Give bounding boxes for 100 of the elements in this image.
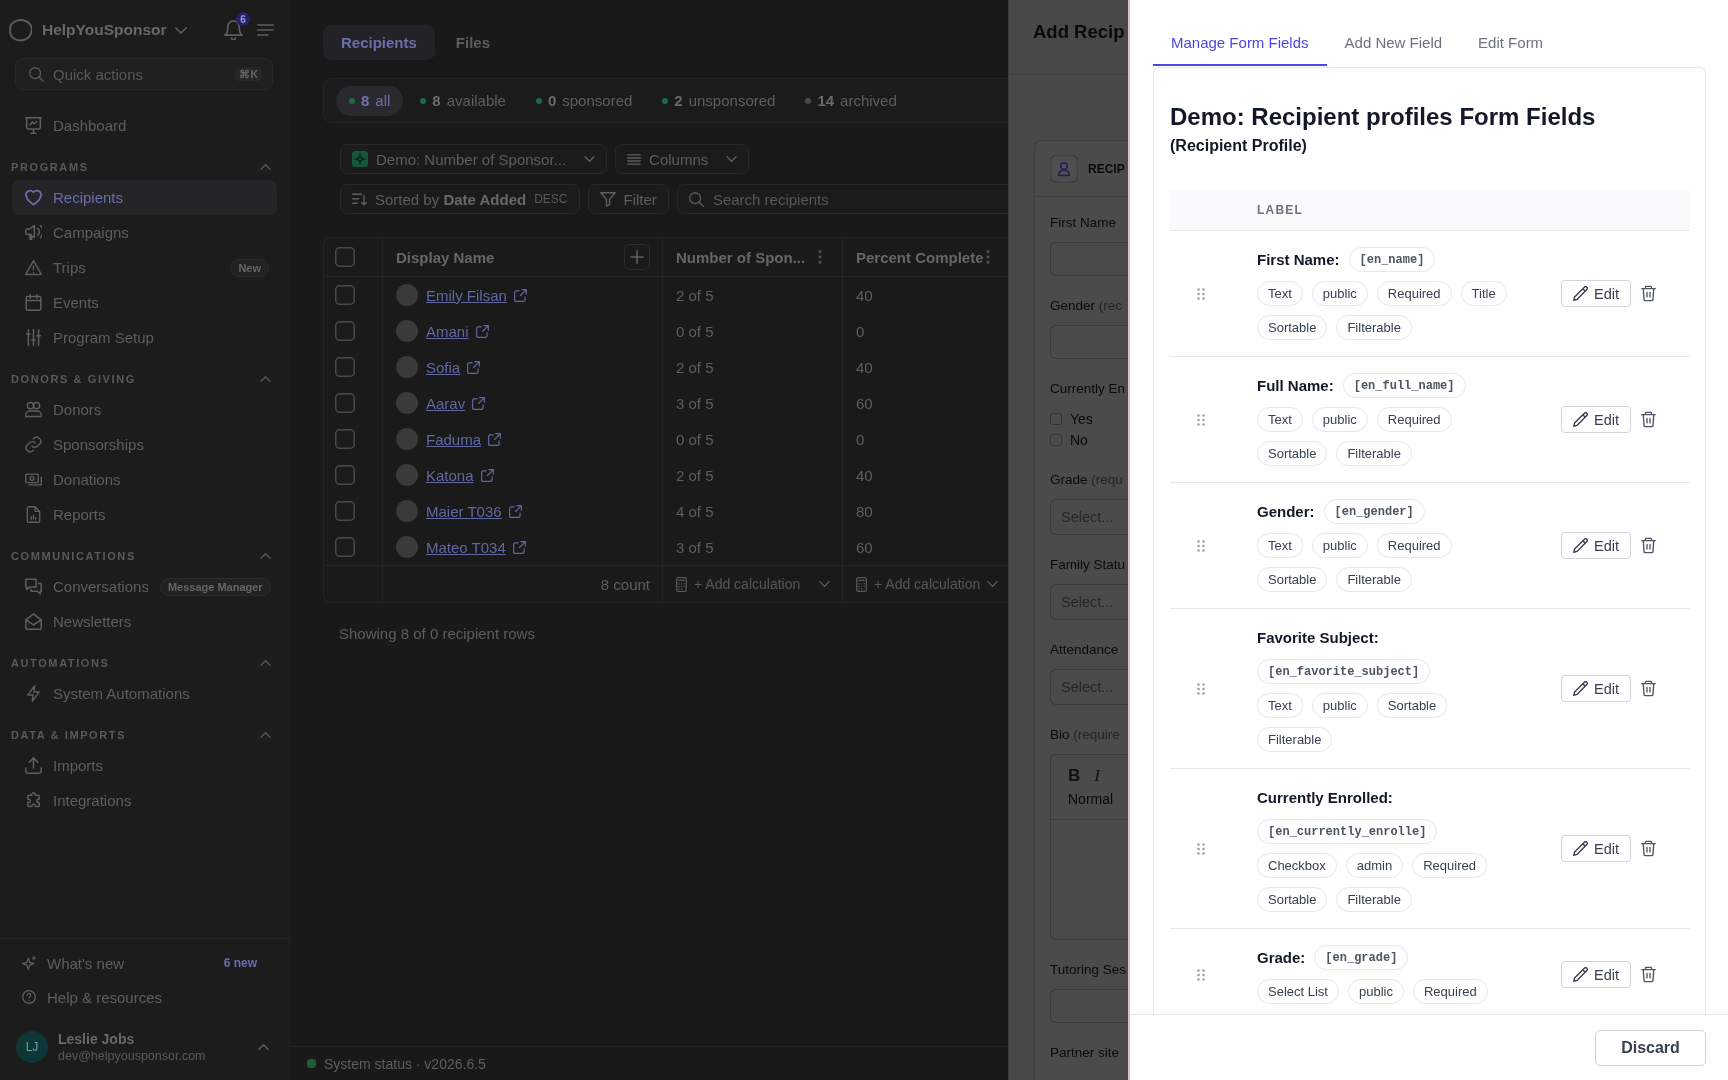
nav-item[interactable]: Campaigns <box>12 215 277 250</box>
tab[interactable]: Recipients <box>323 25 435 60</box>
trash-icon[interactable] <box>1641 840 1656 857</box>
kebab-menu-icon[interactable] <box>818 250 822 264</box>
row-checkbox[interactable] <box>335 357 355 377</box>
edit-button[interactable]: Edit <box>1561 961 1631 988</box>
chevron-up-icon[interactable] <box>258 1044 269 1050</box>
drag-handle-icon[interactable] <box>1197 287 1205 300</box>
recipient-link[interactable]: Mateo T034 <box>426 538 506 556</box>
external-link-icon[interactable] <box>480 468 494 482</box>
chevron-up-icon[interactable] <box>260 552 271 559</box>
nav-item[interactable]: Dashboard <box>12 108 277 143</box>
nav-item[interactable]: Sponsorships <box>12 427 277 462</box>
nav-item[interactable]: System Automations <box>12 676 277 711</box>
chevron-down-icon[interactable] <box>174 26 187 34</box>
format-button[interactable]: I <box>1094 766 1100 786</box>
drag-handle-icon[interactable] <box>1197 682 1205 695</box>
text-style-dropdown[interactable]: Normal <box>1068 789 1128 809</box>
row-checkbox[interactable] <box>335 537 355 557</box>
edit-button[interactable]: Edit <box>1561 406 1631 433</box>
recipient-link[interactable]: Amani <box>426 322 469 340</box>
external-link-icon[interactable] <box>508 504 522 518</box>
trash-icon[interactable] <box>1641 411 1656 428</box>
nav-item[interactable]: Imports <box>12 748 277 783</box>
checkbox[interactable] <box>1050 412 1062 425</box>
status-filter[interactable]: 8 all <box>336 85 404 116</box>
nav-item[interactable]: Trips New <box>12 250 277 285</box>
chevron-up-icon[interactable] <box>260 375 271 382</box>
nav-item[interactable]: Donations <box>12 462 277 497</box>
status-filter[interactable]: 14 archived <box>792 85 910 116</box>
row-checkbox[interactable] <box>335 465 355 485</box>
format-button[interactable]: B <box>1068 766 1081 786</box>
view-dropdown[interactable]: Demo: Number of Sponsor... <box>340 144 608 174</box>
external-link-icon[interactable] <box>472 396 486 410</box>
nav-item[interactable]: Newsletters <box>12 604 277 639</box>
input-field[interactable] <box>1050 242 1128 276</box>
tab[interactable]: Manage Form Fields <box>1153 20 1327 66</box>
filter-button[interactable]: Filter <box>587 184 669 214</box>
tab[interactable]: Edit Form <box>1460 20 1562 66</box>
drag-handle-icon[interactable] <box>1197 842 1205 855</box>
add-column-button[interactable] <box>624 244 650 270</box>
input-field[interactable] <box>1050 989 1128 1023</box>
kebab-menu-icon[interactable] <box>986 250 991 264</box>
external-link-icon[interactable] <box>467 360 481 374</box>
row-checkbox[interactable] <box>335 285 355 305</box>
recipient-link[interactable]: Maier T036 <box>426 502 502 520</box>
recipient-link[interactable]: Katona <box>426 466 474 484</box>
external-link-icon[interactable] <box>475 324 489 338</box>
edit-button[interactable]: Edit <box>1561 835 1631 862</box>
search-field[interactable]: Search recipients <box>676 184 1008 214</box>
menu-icon[interactable] <box>257 24 274 36</box>
columns-dropdown[interactable]: Columns <box>615 144 750 174</box>
chevron-up-icon[interactable] <box>260 731 271 738</box>
edit-button[interactable]: Edit <box>1561 532 1631 559</box>
recipient-link[interactable]: Aarav <box>426 394 466 412</box>
nav-item[interactable]: Conversations Message Manager <box>12 569 277 604</box>
sort-button[interactable]: Sorted by Date Added DESC <box>340 184 580 214</box>
status-filter[interactable]: 2 unsponsored <box>649 85 789 116</box>
tab[interactable]: Files <box>437 25 509 60</box>
recipient-link[interactable]: Faduma <box>426 430 482 448</box>
footer-link[interactable]: What's new 6 new <box>12 946 277 980</box>
nav-item[interactable]: Program Setup <box>12 320 277 355</box>
row-checkbox[interactable] <box>335 321 355 341</box>
nav-item[interactable]: Recipients <box>12 180 277 215</box>
add-calculation-dropdown[interactable]: + Add calculation <box>676 576 830 592</box>
system-status[interactable]: System status · v2026.6.5 <box>324 1055 486 1072</box>
trash-icon[interactable] <box>1641 966 1656 983</box>
row-checkbox[interactable] <box>335 501 355 521</box>
trash-icon[interactable] <box>1641 285 1656 302</box>
chevron-up-icon[interactable] <box>260 163 271 170</box>
nav-item[interactable]: Integrations <box>12 783 277 818</box>
add-calculation-dropdown[interactable]: + Add calculation <box>856 576 999 592</box>
rich-text-editor[interactable]: B I Normal <box>1050 754 1128 940</box>
row-checkbox[interactable] <box>335 429 355 449</box>
select-all-checkbox[interactable] <box>335 247 355 267</box>
nav-item[interactable]: Reports <box>12 497 277 532</box>
edit-button[interactable]: Edit <box>1561 280 1631 307</box>
tab[interactable]: Add New Field <box>1326 20 1461 66</box>
footer-link[interactable]: Help & resources <box>12 980 277 1014</box>
trash-icon[interactable] <box>1641 537 1656 554</box>
nav-item[interactable]: Donors <box>12 392 277 427</box>
drag-handle-icon[interactable] <box>1197 539 1205 552</box>
drag-handle-icon[interactable] <box>1197 413 1205 426</box>
edit-button[interactable]: Edit <box>1561 675 1631 702</box>
nav-item[interactable]: Events <box>12 285 277 320</box>
status-filter[interactable]: 0 sponsored <box>522 85 646 116</box>
row-checkbox[interactable] <box>335 393 355 413</box>
external-link-icon[interactable] <box>488 432 502 446</box>
input-field[interactable] <box>1050 325 1128 359</box>
recipient-link[interactable]: Emily Filsan <box>426 286 507 304</box>
recipient-link[interactable]: Sofia <box>426 358 461 376</box>
chevron-up-icon[interactable] <box>260 659 271 666</box>
brand-name[interactable]: HelpYouSponsor <box>42 21 167 39</box>
drag-handle-icon[interactable] <box>1197 968 1205 981</box>
user-avatar[interactable]: LJ <box>16 1031 48 1063</box>
discard-button[interactable]: Discard <box>1595 1029 1706 1066</box>
external-link-icon[interactable] <box>512 540 526 554</box>
external-link-icon[interactable] <box>513 288 527 302</box>
quick-actions-field[interactable]: Quick actions ⌘K <box>15 58 273 90</box>
checkbox[interactable] <box>1050 433 1062 446</box>
